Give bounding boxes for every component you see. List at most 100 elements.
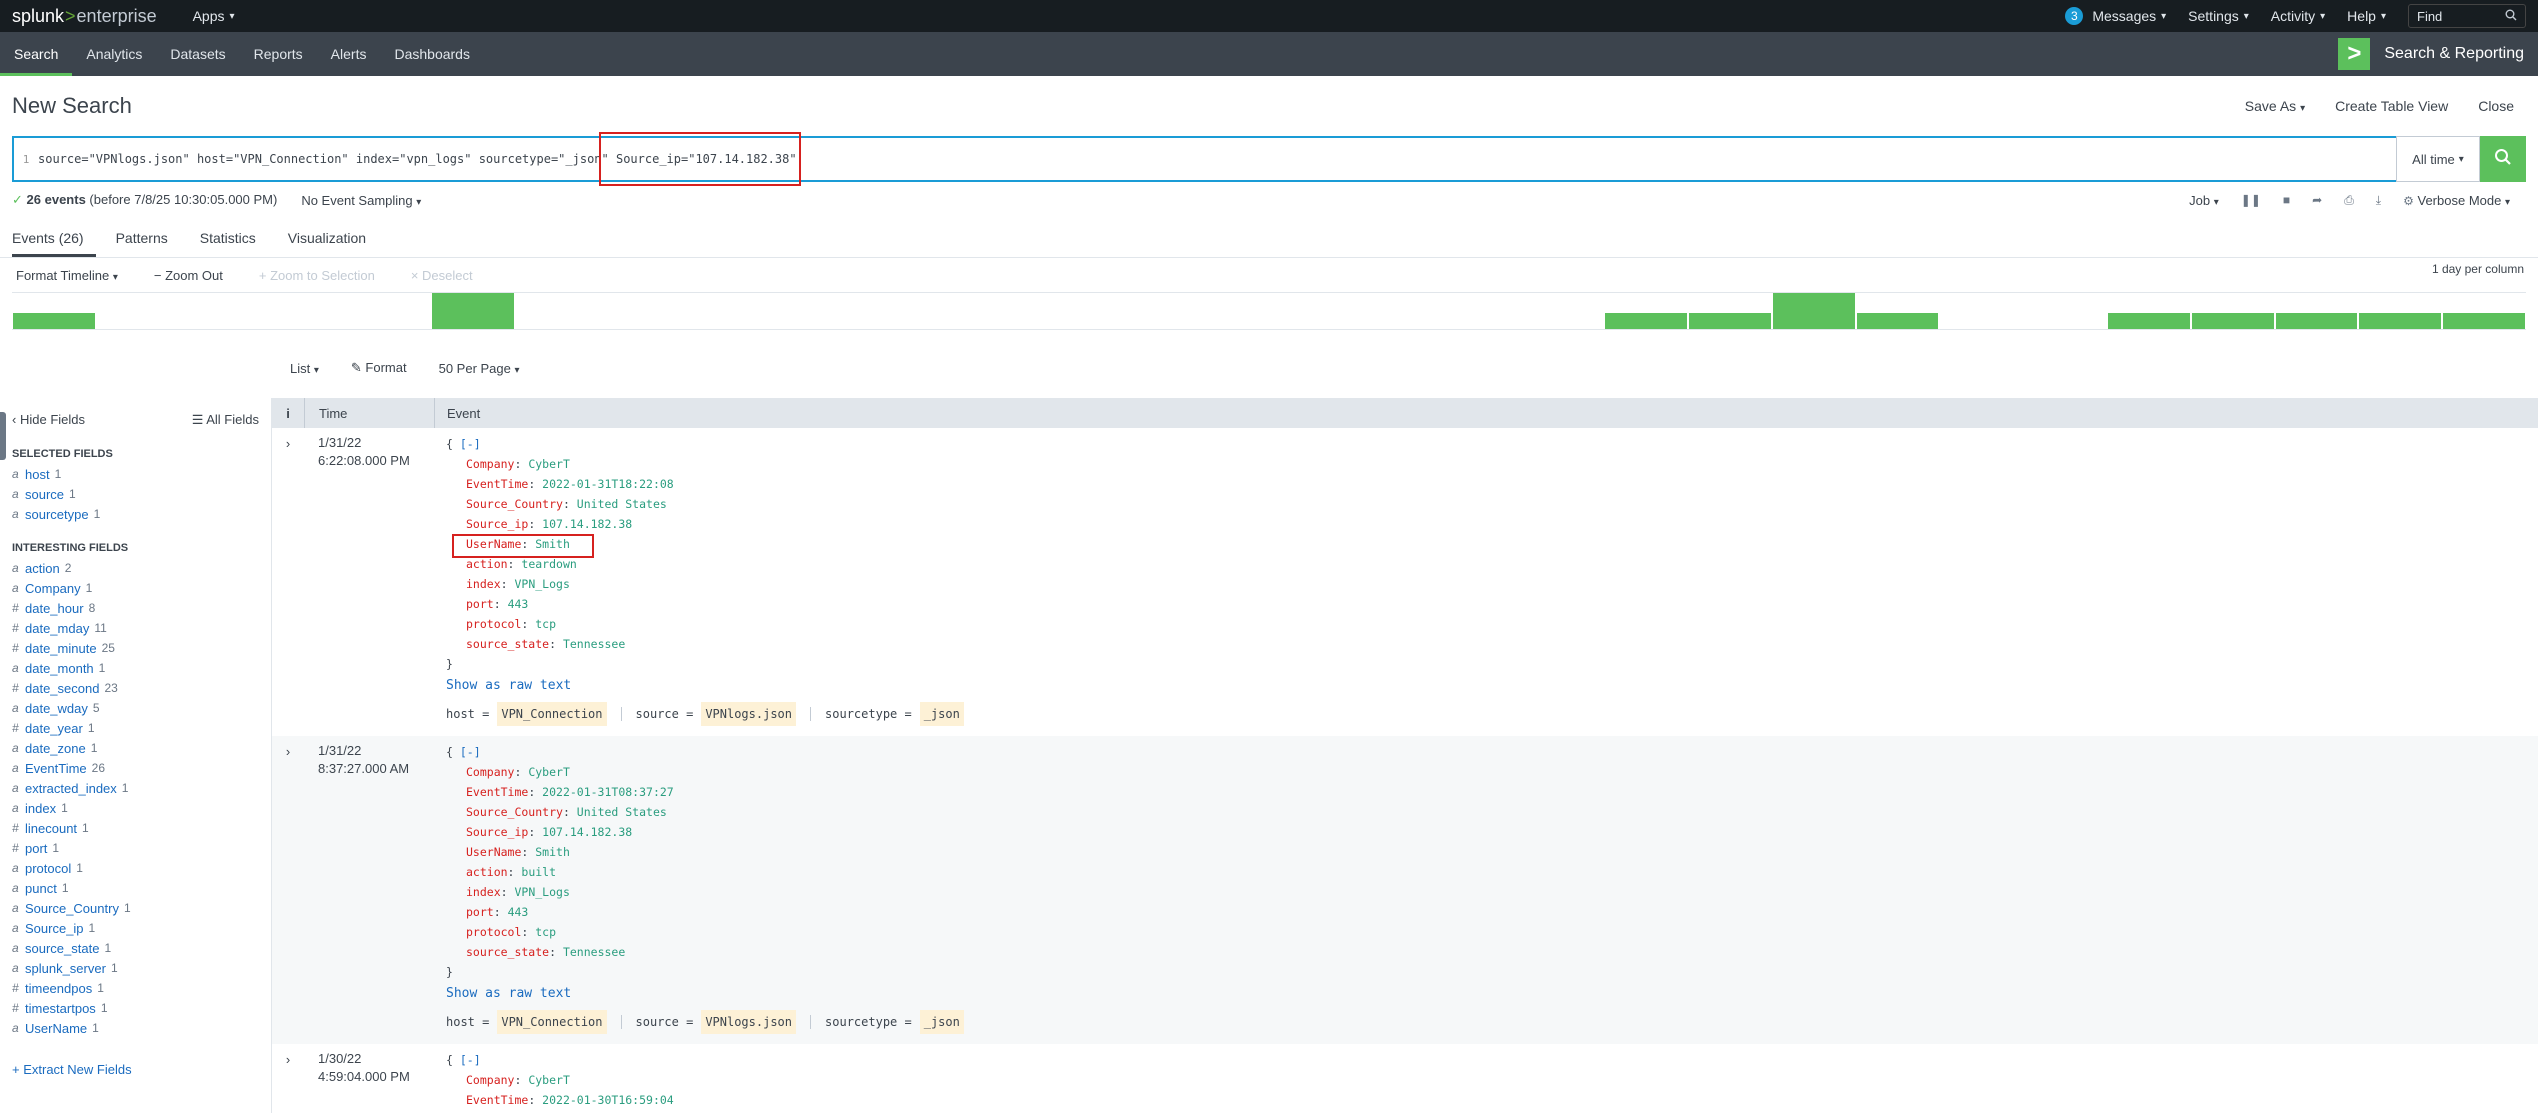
field-item[interactable]: a host 1 bbox=[12, 464, 259, 484]
save-as-button[interactable]: Save As ▾ bbox=[2245, 98, 2305, 114]
help-menu[interactable]: Help ▾ bbox=[2347, 8, 2386, 24]
field-item[interactable]: a action 2 bbox=[12, 558, 259, 578]
time-range-picker[interactable]: All time ▾ bbox=[2396, 136, 2480, 182]
tab-reports[interactable]: Reports bbox=[240, 32, 317, 76]
tab-events[interactable]: Events (26) bbox=[12, 218, 96, 257]
json-value[interactable]: Tennessee bbox=[563, 945, 625, 959]
close-button[interactable]: Close bbox=[2478, 98, 2514, 114]
hide-fields-button[interactable]: ‹ Hide Fields bbox=[12, 412, 85, 428]
json-value[interactable]: 443 bbox=[508, 905, 529, 919]
field-item[interactable]: a Source_ip 1 bbox=[12, 918, 259, 938]
zoom-out-button[interactable]: − Zoom Out bbox=[154, 268, 223, 283]
json-key[interactable]: Source_ip bbox=[466, 825, 528, 839]
pause-icon[interactable]: ❚❚ bbox=[2241, 193, 2261, 207]
show-raw-text-link[interactable]: Show as raw text bbox=[446, 676, 2538, 696]
field-item[interactable]: a sourcetype 1 bbox=[12, 504, 259, 524]
event-sampling-dropdown[interactable]: No Event Sampling ▾ bbox=[301, 193, 421, 208]
tab-search[interactable]: Search bbox=[0, 32, 73, 76]
tab-patterns[interactable]: Patterns bbox=[116, 218, 180, 257]
json-value[interactable]: built bbox=[521, 865, 556, 879]
timeline-bar[interactable] bbox=[1689, 312, 1771, 329]
json-key[interactable]: Source_Country bbox=[466, 805, 563, 819]
field-item[interactable]: a UserName 1 bbox=[12, 1018, 259, 1038]
messages-menu[interactable]: 3 Messages ▾ bbox=[2065, 7, 2166, 25]
timeline-bar[interactable] bbox=[1772, 293, 1855, 329]
source-value[interactable]: VPNlogs.json bbox=[701, 702, 797, 726]
field-item[interactable]: # date_year 1 bbox=[12, 718, 259, 738]
json-key[interactable]: action bbox=[466, 865, 508, 879]
format-button[interactable]: ✎ Format bbox=[351, 360, 407, 376]
find-input[interactable]: Find bbox=[2408, 4, 2526, 28]
field-item[interactable]: # date_minute 25 bbox=[12, 638, 259, 658]
json-value[interactable]: tcp bbox=[535, 617, 556, 631]
export-icon[interactable]: ⤓ bbox=[2376, 193, 2381, 208]
field-item[interactable]: a Source_Country 1 bbox=[12, 898, 259, 918]
field-item[interactable]: a date_wday 5 bbox=[12, 698, 259, 718]
field-item[interactable]: # timeendpos 1 bbox=[12, 978, 259, 998]
json-value[interactable]: 2022-01-30T16:59:04 bbox=[542, 1093, 674, 1107]
timeline-bar[interactable] bbox=[2359, 312, 2442, 329]
timeline-bar[interactable] bbox=[1605, 312, 1687, 329]
timeline-bar[interactable] bbox=[2108, 312, 2190, 329]
json-key[interactable]: EventTime bbox=[466, 477, 528, 491]
json-value[interactable]: 443 bbox=[508, 597, 529, 611]
json-key[interactable]: protocol bbox=[466, 925, 521, 939]
sourcetype-value[interactable]: _json bbox=[919, 1010, 964, 1034]
field-item[interactable]: a EventTime 26 bbox=[12, 758, 259, 778]
job-menu[interactable]: Job ▾ bbox=[2189, 193, 2219, 208]
search-mode-dropdown[interactable]: ⚙ Verbose Mode ▾ bbox=[2403, 193, 2510, 208]
json-key[interactable]: UserName bbox=[466, 845, 521, 859]
json-value[interactable]: Smith bbox=[535, 537, 570, 551]
apps-menu[interactable]: Apps ▾ bbox=[193, 8, 235, 24]
deselect-button[interactable]: × Deselect bbox=[411, 268, 473, 283]
json-value[interactable]: United States bbox=[577, 497, 667, 511]
source-value[interactable]: VPNlogs.json bbox=[701, 1010, 797, 1034]
timeline-bar[interactable] bbox=[13, 312, 95, 329]
json-value[interactable]: United States bbox=[577, 805, 667, 819]
json-key[interactable]: Company bbox=[466, 457, 514, 471]
host-value[interactable]: VPN_Connection bbox=[497, 1010, 607, 1034]
json-collapse-toggle[interactable]: [-] bbox=[460, 745, 481, 759]
list-dropdown[interactable]: List ▾ bbox=[290, 361, 319, 376]
timeline-bar[interactable] bbox=[2191, 312, 2274, 329]
field-item[interactable]: # date_hour 8 bbox=[12, 598, 259, 618]
json-value[interactable]: VPN_Logs bbox=[514, 885, 569, 899]
json-key[interactable]: source_state bbox=[466, 945, 549, 959]
search-input[interactable]: 1 source="VPNlogs.json" host="VPN_Connec… bbox=[12, 132, 2396, 186]
json-key[interactable]: source_state bbox=[466, 637, 549, 651]
timeline-bar[interactable] bbox=[2443, 312, 2525, 329]
field-item[interactable]: a Company 1 bbox=[12, 578, 259, 598]
field-item[interactable]: # linecount 1 bbox=[12, 818, 259, 838]
expand-chevron-icon[interactable]: › bbox=[272, 1050, 304, 1113]
search-button[interactable] bbox=[2480, 136, 2526, 182]
field-item[interactable]: a punct 1 bbox=[12, 878, 259, 898]
field-item[interactable]: a extracted_index 1 bbox=[12, 778, 259, 798]
json-key[interactable]: UserName bbox=[466, 537, 521, 551]
zoom-to-selection-button[interactable]: + Zoom to Selection bbox=[259, 268, 375, 283]
format-timeline-dropdown[interactable]: Format Timeline ▾ bbox=[16, 268, 118, 283]
app-title[interactable]: > Search & Reporting bbox=[2338, 32, 2538, 76]
json-key[interactable]: protocol bbox=[466, 617, 521, 631]
json-key[interactable]: port bbox=[466, 905, 494, 919]
json-key[interactable]: Company bbox=[466, 1073, 514, 1087]
json-value[interactable]: 2022-01-31T18:22:08 bbox=[542, 477, 674, 491]
json-value[interactable]: CyberT bbox=[528, 765, 570, 779]
json-collapse-toggle[interactable]: [-] bbox=[460, 1053, 481, 1067]
show-raw-text-link[interactable]: Show as raw text bbox=[446, 984, 2538, 1004]
tab-datasets[interactable]: Datasets bbox=[156, 32, 239, 76]
share-icon[interactable]: ➦ bbox=[2312, 193, 2322, 207]
timeline-bar[interactable] bbox=[2275, 312, 2358, 329]
json-key[interactable]: EventTime bbox=[466, 1093, 528, 1107]
settings-menu[interactable]: Settings ▾ bbox=[2188, 8, 2249, 24]
sourcetype-value[interactable]: _json bbox=[919, 702, 964, 726]
json-collapse-toggle[interactable]: [-] bbox=[460, 437, 481, 451]
expand-chevron-icon[interactable]: › bbox=[272, 742, 304, 1044]
timeline-bar[interactable] bbox=[432, 293, 514, 329]
field-item[interactable]: a splunk_server 1 bbox=[12, 958, 259, 978]
json-key[interactable]: Source_Country bbox=[466, 497, 563, 511]
field-item[interactable]: a source 1 bbox=[12, 484, 259, 504]
print-icon[interactable]: ⎙ bbox=[2344, 193, 2354, 208]
json-value[interactable]: Tennessee bbox=[563, 637, 625, 651]
json-key[interactable]: index bbox=[466, 577, 501, 591]
json-key[interactable]: Company bbox=[466, 765, 514, 779]
